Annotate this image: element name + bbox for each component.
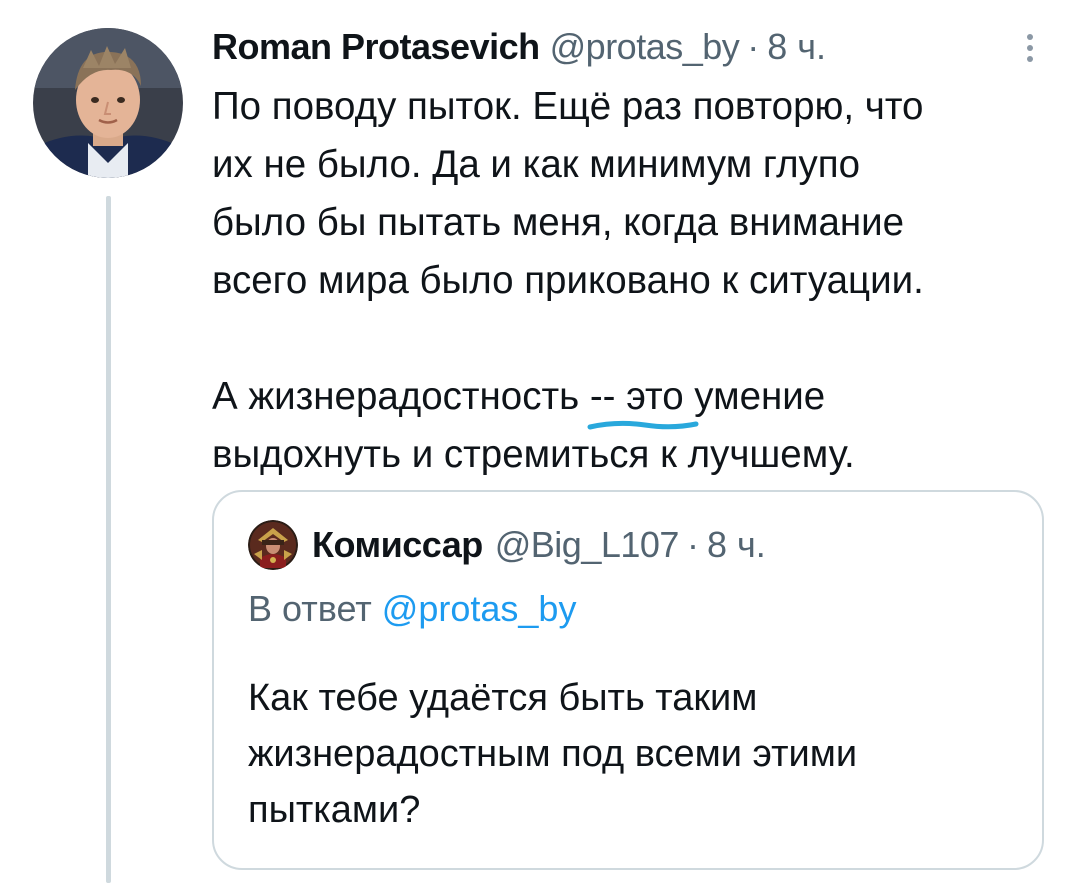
separator-dot: · [747, 26, 760, 67]
author-handle[interactable]: @protas_by [550, 26, 740, 68]
tweet[interactable]: Roman Protasevich @protas_by · 8 ч. По п… [0, 0, 1080, 883]
thread-line [106, 196, 111, 883]
quoted-tweet-timestamp[interactable]: 8 ч. [707, 524, 766, 566]
text-line: жизнерадостным под всеми этими [248, 733, 858, 775]
reply-context: В ответ @protas_by [248, 588, 576, 630]
separator-dot: · [686, 524, 699, 565]
more-vertical-icon [1027, 34, 1033, 40]
more-options-button[interactable] [1010, 28, 1050, 68]
text-line: было бы пытать меня, когда внимание [212, 201, 905, 244]
author-avatar[interactable] [33, 28, 183, 178]
text-line: Как тебе удаётся быть таким [248, 677, 758, 719]
quoted-tweet[interactable]: Комиссар @Big_L107 · 8 ч. В ответ @prota… [212, 490, 1044, 870]
text-line: выдохнуть и стремиться к лучшему. [212, 433, 855, 476]
quoted-author-display-name[interactable]: Комиссар [312, 524, 483, 566]
text-line: всего мира было приковано к ситуации. [212, 259, 924, 302]
reply-prefix: В ответ [248, 588, 372, 629]
quoted-tweet-text: Как тебе удаётся быть таким жизнерадостн… [248, 670, 1018, 838]
tweet-text: По поводу пыток. Ещё раз повторю, что их… [212, 78, 1052, 484]
text-line: их не было. Да и как минимум глупо [212, 143, 861, 186]
text-line: А жизнерадостность -- это умение [212, 375, 826, 418]
quoted-author-handle[interactable]: @Big_L107 [495, 524, 680, 566]
profile-photo-icon [33, 28, 183, 178]
text-line: пытками? [248, 789, 421, 831]
tweet-timestamp[interactable]: 8 ч. [767, 26, 826, 68]
highlight-underline-mark [587, 420, 699, 430]
quoted-tweet-header: Комиссар @Big_L107 · 8 ч. [248, 518, 766, 572]
tweet-paragraph-1: По поводу пыток. Ещё раз повторю, что их… [212, 78, 1052, 310]
more-vertical-icon [1027, 45, 1033, 51]
reply-mention-link[interactable]: @protas_by [382, 588, 577, 629]
commissar-avatar-icon [248, 520, 298, 570]
tweet-paragraph-2: А жизнерадостность -- это умение выдохну… [212, 368, 1052, 484]
tweet-header: Roman Protasevich @protas_by · 8 ч. [212, 24, 826, 70]
quoted-author-avatar[interactable] [248, 520, 298, 570]
more-vertical-icon [1027, 56, 1033, 62]
text-line: По поводу пыток. Ещё раз повторю, что [212, 85, 924, 128]
author-display-name[interactable]: Roman Protasevich [212, 26, 540, 68]
